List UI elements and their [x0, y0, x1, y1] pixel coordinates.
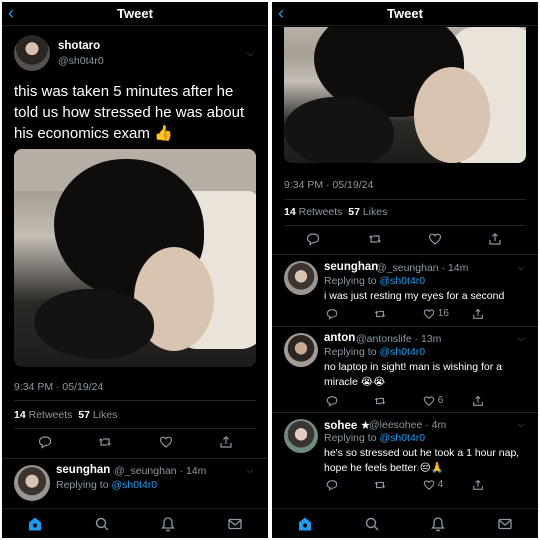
replying-to: Replying to @sh0t4r0 — [324, 275, 425, 287]
replying-label: Replying to — [56, 479, 109, 491]
replying-label: Replying to — [324, 275, 377, 287]
messages-envelope-icon[interactable] — [497, 516, 513, 532]
replying-label: Replying to — [324, 432, 377, 444]
reply-text: i was just resting my eyes for a second — [324, 290, 505, 302]
share-icon[interactable] — [472, 479, 484, 491]
likes-count[interactable]: 57 — [78, 409, 90, 421]
reply-icon[interactable] — [306, 232, 320, 246]
divider — [272, 254, 538, 255]
notifications-bell-icon[interactable] — [430, 516, 446, 532]
author-name[interactable]: shotaro — [58, 40, 100, 52]
heart-icon[interactable]: 4 — [423, 479, 443, 491]
share-icon[interactable] — [488, 232, 502, 246]
mention-link[interactable]: @sh0t4r0 — [379, 432, 425, 444]
chevron-down-icon[interactable]: ⌵ — [515, 333, 527, 343]
divider — [272, 326, 538, 327]
avatar[interactable] — [284, 261, 318, 295]
home-icon[interactable] — [297, 516, 313, 532]
reply-text: he's so stressed out he took a 1 hour na… — [324, 447, 520, 474]
retweets-label[interactable]: Retweets — [29, 409, 73, 421]
retweets-count[interactable]: 14 — [14, 409, 26, 421]
heart-icon[interactable]: 16 — [423, 308, 449, 320]
mention-link[interactable]: @sh0t4r0 — [379, 346, 425, 358]
page-title: Tweet — [387, 6, 423, 21]
reply-author-handle[interactable]: @antonslife · 13m — [356, 333, 441, 345]
reply-author-name[interactable]: sohee ★ — [324, 418, 371, 432]
bottom-tab-bar — [2, 508, 268, 538]
page-title: Tweet — [117, 6, 153, 21]
mention-link[interactable]: @sh0t4r0 — [111, 479, 157, 491]
retweet-icon[interactable] — [368, 232, 382, 246]
divider — [14, 428, 256, 429]
heart-icon[interactable] — [159, 435, 173, 449]
reply-icon[interactable] — [326, 479, 338, 491]
tweet-detail-screen-left: ‹ Tweet shotaro @sh0t4r0 ⌵ this was take… — [2, 2, 268, 538]
reply-author-handle[interactable]: @leesohee · 4m — [369, 419, 446, 431]
replying-to: Replying to @sh0t4r0 — [324, 346, 425, 358]
mention-link[interactable]: @sh0t4r0 — [379, 275, 425, 287]
divider — [284, 225, 526, 226]
reply-author-name[interactable]: seunghan — [56, 464, 110, 476]
likes-label[interactable]: Likes — [93, 409, 118, 421]
retweet-icon[interactable] — [374, 395, 386, 407]
reply-icon[interactable] — [326, 395, 338, 407]
tweet-photo[interactable] — [14, 149, 256, 367]
tweet-detail-screen-right: ‹ Tweet 9:34 PM · 05/19/24 14 Retweets 5… — [272, 2, 538, 538]
chevron-down-icon[interactable]: ⌵ — [244, 48, 256, 58]
reply-author-handle[interactable]: @_seunghan · 14m — [376, 262, 468, 274]
avatar[interactable] — [14, 35, 50, 71]
divider — [272, 412, 538, 413]
tweet-stats: 14 Retweets 57 Likes — [14, 409, 117, 421]
likes-label[interactable]: Likes — [363, 206, 388, 218]
tweet-timestamp: 9:34 PM · 05/19/24 — [284, 179, 374, 191]
avatar[interactable] — [14, 465, 50, 501]
tweet-stats: 14 Retweets 57 Likes — [284, 206, 387, 218]
notifications-bell-icon[interactable] — [160, 516, 176, 532]
chevron-down-icon[interactable]: ⌵ — [515, 262, 527, 272]
reply-text: no laptop in sight! man is wishing for a… — [324, 361, 503, 388]
replying-label: Replying to — [324, 346, 377, 358]
avatar[interactable] — [284, 333, 318, 367]
search-icon[interactable] — [94, 516, 110, 532]
chevron-down-icon[interactable]: ⌵ — [244, 465, 256, 475]
divider — [284, 199, 526, 200]
avatar[interactable] — [284, 419, 318, 453]
like-count: 4 — [437, 479, 444, 490]
top-bar: ‹ Tweet — [2, 2, 268, 26]
share-icon[interactable] — [472, 308, 484, 320]
heart-icon[interactable]: 6 — [423, 395, 443, 407]
heart-icon[interactable] — [428, 232, 442, 246]
messages-envelope-icon[interactable] — [227, 516, 243, 532]
divider — [2, 458, 268, 459]
author-handle[interactable]: @sh0t4r0 — [58, 55, 104, 67]
share-icon[interactable] — [472, 395, 484, 407]
likes-count[interactable]: 57 — [348, 206, 360, 218]
retweets-count[interactable]: 14 — [284, 206, 296, 218]
reply-author-handle[interactable]: @_seunghan · 14m — [114, 465, 206, 477]
chevron-down-icon[interactable]: ⌵ — [515, 419, 527, 429]
reply-icon[interactable] — [38, 435, 52, 449]
like-count: 6 — [437, 395, 444, 406]
top-bar: ‹ Tweet — [272, 2, 538, 26]
replying-to: Replying to @sh0t4r0 — [56, 479, 157, 491]
replying-to: Replying to @sh0t4r0 — [324, 432, 425, 444]
share-icon[interactable] — [219, 435, 233, 449]
bottom-tab-bar — [272, 508, 538, 538]
tweet-timestamp: 9:34 PM · 05/19/24 — [14, 381, 104, 393]
home-icon[interactable] — [27, 516, 43, 532]
search-icon[interactable] — [364, 516, 380, 532]
reply-icon[interactable] — [326, 308, 338, 320]
tweet-photo[interactable] — [284, 27, 526, 163]
divider — [14, 400, 256, 401]
retweet-icon[interactable] — [374, 479, 386, 491]
tweet-text: this was taken 5 minutes after he told u… — [14, 83, 245, 142]
retweets-label[interactable]: Retweets — [299, 206, 343, 218]
reply-author-name[interactable]: seunghan — [324, 261, 378, 273]
like-count: 16 — [437, 308, 449, 319]
retweet-icon[interactable] — [98, 435, 112, 449]
retweet-icon[interactable] — [374, 308, 386, 320]
reply-author-name[interactable]: anton — [324, 332, 355, 344]
